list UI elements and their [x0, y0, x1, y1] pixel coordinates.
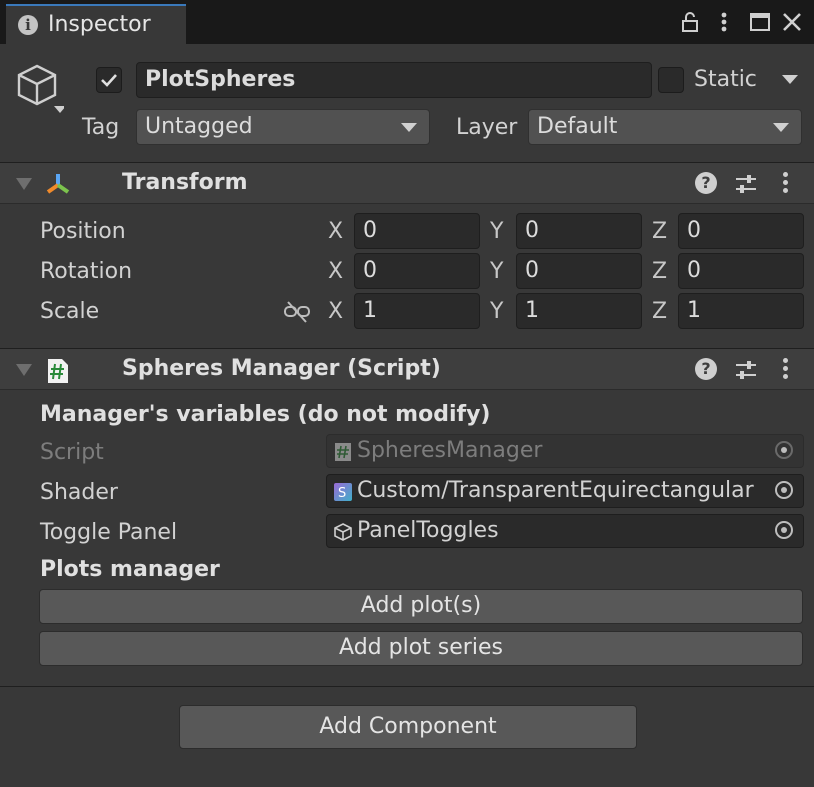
shader-icon: S: [334, 483, 352, 501]
object-picker-icon[interactable]: [767, 475, 803, 507]
constrain-proportions-icon[interactable]: [284, 300, 310, 324]
layer-dropdown[interactable]: Default: [528, 109, 802, 145]
script-hash-icon: [46, 358, 70, 384]
position-label: Position: [40, 219, 126, 244]
object-picker-icon: [767, 435, 803, 467]
toggle-panel-field[interactable]: PanelToggles: [326, 514, 804, 548]
static-dropdown-arrow-icon[interactable]: [782, 75, 798, 84]
maximize-icon[interactable]: [748, 10, 772, 34]
tag-label: Tag: [82, 115, 120, 140]
transform-header[interactable]: Transform ?: [0, 162, 814, 204]
rotation-label: Rotation: [40, 259, 133, 284]
help-icon[interactable]: ?: [695, 358, 717, 380]
rotation-y-field[interactable]: 0: [516, 253, 642, 289]
section-heading-plots: Plots manager: [40, 557, 220, 582]
script-icon: [334, 443, 352, 461]
settings-sliders-icon[interactable]: [734, 172, 758, 196]
axis-z-label: Z: [652, 219, 668, 244]
axis-z-label: Z: [652, 299, 668, 324]
scale-label: Scale: [40, 299, 100, 324]
position-z-field[interactable]: 0: [678, 213, 804, 249]
static-label: Static: [694, 67, 757, 92]
spheres-manager-title: Spheres Manager (Script): [122, 356, 441, 381]
transform-icon: [44, 171, 72, 197]
axis-x-label: X: [328, 259, 344, 284]
tag-dropdown[interactable]: Untagged: [136, 109, 430, 145]
axis-x-label: X: [328, 219, 344, 244]
tag-value: Untagged: [145, 114, 253, 139]
toggle-panel-value: PanelToggles: [357, 518, 499, 543]
rotation-z-field[interactable]: 0: [678, 253, 804, 289]
foldout-arrow-icon[interactable]: [16, 178, 32, 190]
tab-inspector[interactable]: i Inspector: [6, 4, 186, 44]
layer-label: Layer: [456, 115, 518, 140]
scale-x-field[interactable]: 1: [354, 293, 480, 329]
spheres-manager-header[interactable]: Spheres Manager (Script) ?: [0, 348, 814, 390]
svg-text:S: S: [338, 486, 346, 501]
shader-value: Custom/TransparentEquirectangular: [357, 478, 754, 503]
shader-field[interactable]: S Custom/TransparentEquirectangular: [326, 474, 804, 508]
static-checkbox[interactable]: [658, 67, 684, 93]
info-icon: i: [18, 15, 38, 35]
toggle-panel-label: Toggle Panel: [40, 520, 178, 545]
close-icon[interactable]: [780, 10, 804, 34]
axis-y-label: Y: [490, 299, 504, 324]
script-value: SpheresManager: [357, 438, 543, 463]
axis-x-label: X: [328, 299, 344, 324]
position-x-field[interactable]: 0: [354, 213, 480, 249]
add-component-button[interactable]: Add Component: [179, 705, 637, 749]
add-plots-button[interactable]: Add plot(s): [39, 589, 803, 624]
component-menu-icon[interactable]: [783, 358, 789, 382]
active-checkbox[interactable]: [96, 67, 122, 93]
foldout-arrow-icon[interactable]: [16, 364, 32, 376]
more-vertical-icon[interactable]: [712, 10, 736, 34]
divider: [0, 686, 814, 687]
gameobject-cube-icon[interactable]: [14, 62, 66, 113]
scale-z-field[interactable]: 1: [678, 293, 804, 329]
lock-icon[interactable]: [678, 10, 702, 34]
settings-sliders-icon[interactable]: [734, 358, 758, 382]
add-plot-series-button[interactable]: Add plot series: [39, 631, 803, 666]
scale-y-field[interactable]: 1: [516, 293, 642, 329]
help-icon[interactable]: ?: [695, 172, 717, 194]
chevron-down-icon: [773, 123, 789, 132]
position-y-field[interactable]: 0: [516, 213, 642, 249]
axis-z-label: Z: [652, 259, 668, 284]
transform-title: Transform: [122, 170, 248, 195]
object-picker-icon[interactable]: [767, 515, 803, 547]
axis-y-label: Y: [490, 219, 504, 244]
tab-title: Inspector: [48, 12, 151, 37]
script-label: Script: [40, 440, 104, 465]
section-heading-variables: Manager's variables (do not modify): [40, 402, 491, 427]
name-field[interactable]: PlotSpheres: [136, 62, 652, 98]
shader-label: Shader: [40, 480, 118, 505]
component-menu-icon[interactable]: [783, 172, 789, 196]
chevron-down-icon: [401, 123, 417, 132]
script-field: SpheresManager: [326, 434, 804, 468]
rotation-x-field[interactable]: 0: [354, 253, 480, 289]
layer-value: Default: [537, 114, 618, 139]
prefab-cube-icon: [333, 522, 353, 542]
axis-y-label: Y: [490, 259, 504, 284]
